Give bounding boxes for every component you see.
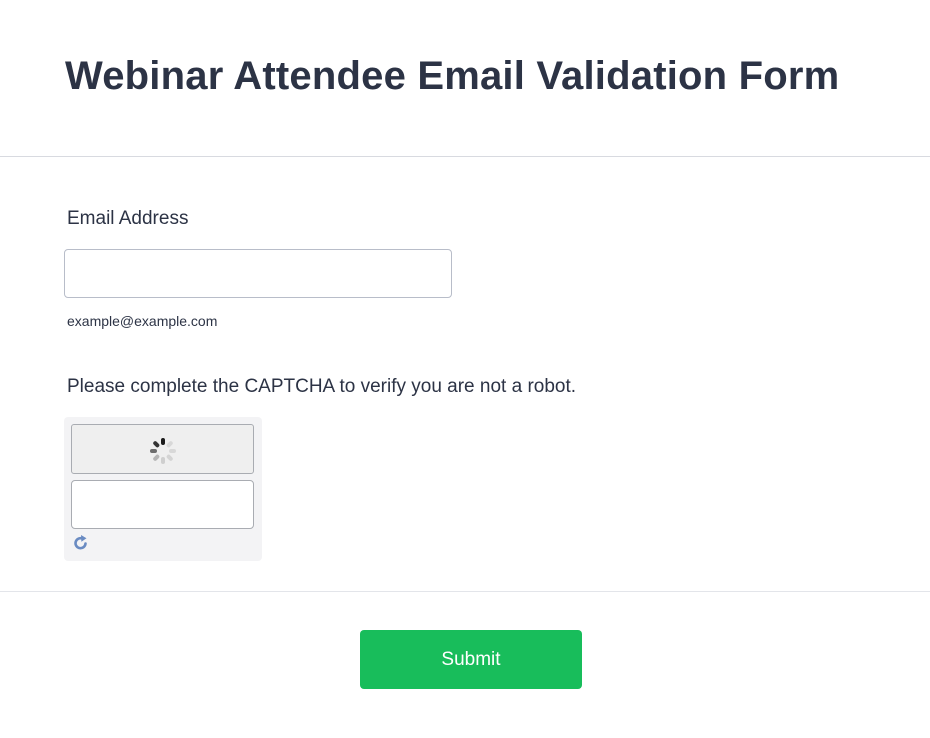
email-sublabel: example@example.com: [67, 313, 218, 329]
footer-divider: [0, 591, 930, 592]
spinner-icon: [149, 437, 177, 465]
email-field[interactable]: [64, 249, 452, 298]
refresh-icon[interactable]: [73, 534, 89, 552]
page-title: Webinar Attendee Email Validation Form: [65, 54, 840, 98]
captcha-widget: [64, 417, 262, 561]
email-label: Email Address: [67, 208, 189, 229]
submit-button[interactable]: Submit: [360, 630, 582, 689]
captcha-input[interactable]: [71, 480, 254, 529]
captcha-label: Please complete the CAPTCHA to verify yo…: [67, 376, 577, 397]
captcha-image: [71, 424, 254, 474]
form-header: Webinar Attendee Email Validation Form: [0, 0, 930, 157]
